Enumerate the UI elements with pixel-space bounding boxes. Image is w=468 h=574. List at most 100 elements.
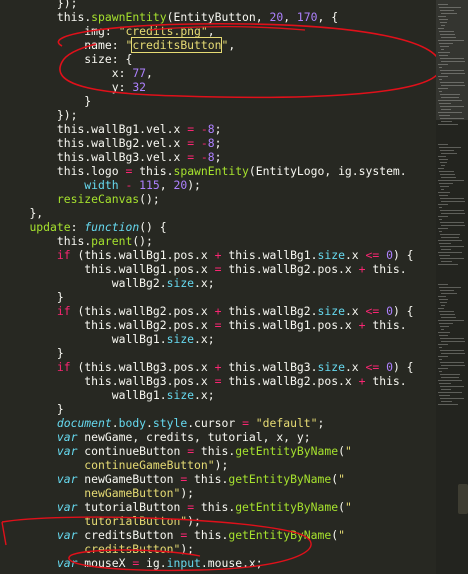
code-token: 77	[132, 66, 147, 80]
minimap-line	[438, 156, 446, 157]
minimap-line	[438, 168, 444, 169]
minimap-line	[438, 356, 448, 357]
code-token: .	[399, 262, 407, 276]
code-line[interactable]: }	[2, 346, 64, 360]
code-line[interactable]: var continueButton = this.getEntityByNam…	[2, 444, 352, 458]
code-token: var	[56, 472, 78, 486]
minimap-line	[440, 398, 464, 399]
code-line[interactable]: y: 32	[2, 80, 146, 94]
code-token: ,	[228, 38, 236, 52]
code-line[interactable]: if (this.wallBg2.pos.x + this.wallBg2.si…	[2, 304, 414, 318]
code-token: this	[84, 318, 112, 332]
code-editor[interactable]: }); this.spawnEntity(EntityButton, 20, 1…	[0, 0, 436, 574]
code-line[interactable]: }	[2, 94, 91, 108]
code-line[interactable]: img: "credits.png",	[2, 24, 214, 38]
minimap-line	[440, 162, 447, 163]
code-line[interactable]: }	[2, 290, 64, 304]
code-token: 0	[386, 360, 393, 374]
code-token: 8	[207, 150, 215, 164]
code-token: +	[358, 374, 366, 388]
code-line[interactable]: wallBg2.size.x;	[2, 276, 215, 290]
code-line[interactable]: this.wallBg2.pos.x = this.wallBg1.pos.x …	[2, 318, 406, 332]
code-line[interactable]: update: function() {	[2, 220, 166, 234]
code-line[interactable]: var tutorialButton = this.getEntityByNam…	[2, 500, 352, 514]
scrollbar-thumb[interactable]	[458, 484, 468, 514]
minimap-line	[439, 311, 454, 312]
code-line[interactable]: },	[2, 206, 43, 220]
code-line[interactable]: var mouseX = ig.input.mouse.x;	[2, 556, 263, 570]
code-token: .x;	[194, 388, 215, 402]
minimap-viewport[interactable]	[436, 0, 468, 120]
code-line[interactable]: this.logo = this.spawnEntity(EntityLogo,…	[2, 164, 407, 178]
code-line[interactable]: size: {	[2, 52, 132, 66]
code-token: newGameButton"	[84, 486, 181, 500]
minimap-line	[440, 290, 454, 291]
code-token: this	[228, 248, 256, 262]
minimap-line	[439, 255, 450, 256]
code-line[interactable]: this.wallBg3.vel.x = -8;	[2, 150, 222, 164]
code-line[interactable]: var newGameButton = this.getEntityByName…	[2, 472, 345, 486]
code-line[interactable]: this.spawnEntity(EntityButton, 20, 170, …	[2, 10, 338, 24]
code-token: .mouse.x;	[200, 556, 263, 570]
code-line[interactable]: var creditsButton = this.getEntityByName…	[2, 528, 345, 542]
code-token: style	[152, 416, 188, 430]
minimap-line	[439, 219, 442, 220]
code-token: });	[56, 108, 78, 122]
code-token: 0	[386, 304, 393, 318]
code-line[interactable]: if (this.wallBg3.pos.x + this.wallBg3.si…	[2, 360, 414, 374]
minimap-line	[441, 329, 444, 330]
code-line[interactable]: width - 115, 20);	[2, 178, 201, 192]
minimap-line	[439, 207, 442, 208]
minimap-line	[438, 204, 448, 205]
code-line[interactable]: document.body.style.cursor = "default";	[2, 416, 325, 430]
code-token: this	[56, 136, 85, 150]
code-line[interactable]: resizeCanvas();	[2, 192, 160, 206]
code-line[interactable]: newGameButton");	[2, 486, 194, 500]
code-token: this	[84, 360, 112, 374]
code-token: size: {	[84, 52, 133, 66]
code-token: this	[228, 318, 256, 332]
code-line[interactable]: }	[2, 402, 64, 416]
minimap-line	[439, 243, 451, 244]
code-token: .wallBg1.vel.x	[84, 122, 188, 136]
code-token: }	[56, 290, 64, 304]
code-line[interactable]: tutorialButton");	[2, 514, 201, 528]
minimap-line	[441, 213, 465, 214]
code-line[interactable]: this.wallBg3.pos.x = this.wallBg2.pos.x …	[2, 374, 406, 388]
minimap-line	[439, 183, 453, 184]
code-line[interactable]: this.wallBg1.vel.x = -8;	[2, 122, 222, 136]
code-line[interactable]: });	[2, 108, 78, 122]
code-line[interactable]: if (this.wallBg1.pos.x + this.wallBg1.si…	[2, 248, 414, 262]
minimap-line	[438, 320, 464, 321]
code-line[interactable]: this.wallBg1.pos.x = this.wallBg2.pos.x …	[2, 262, 407, 276]
code-token: this	[139, 164, 167, 178]
code-token: , {	[317, 10, 339, 24]
code-token: 20	[269, 10, 284, 24]
code-line[interactable]: wallBg1.size.x;	[2, 388, 215, 402]
code-token: ;	[214, 136, 222, 150]
code-line[interactable]: continueGameButton");	[2, 458, 228, 472]
code-line[interactable]: name: "creditsButton",	[2, 37, 236, 53]
minimap-line	[441, 261, 452, 262]
code-line[interactable]: creditsButton");	[2, 542, 194, 556]
code-line[interactable]: wallBg1.size.x;	[2, 332, 215, 346]
code-token: :	[70, 220, 85, 234]
code-token: .wallBg3.vel.x	[84, 150, 188, 164]
code-line[interactable]: var newGame, credits, tutorial, x, y;	[2, 430, 311, 444]
code-line[interactable]: x: 77,	[2, 66, 153, 80]
minimap-line	[438, 392, 462, 393]
code-line[interactable]: this.parent();	[2, 234, 153, 248]
code-token: this	[194, 472, 222, 486]
code-line[interactable]: this.wallBg2.vel.x = -8;	[2, 136, 222, 150]
code-line[interactable]: });	[2, 0, 78, 10]
